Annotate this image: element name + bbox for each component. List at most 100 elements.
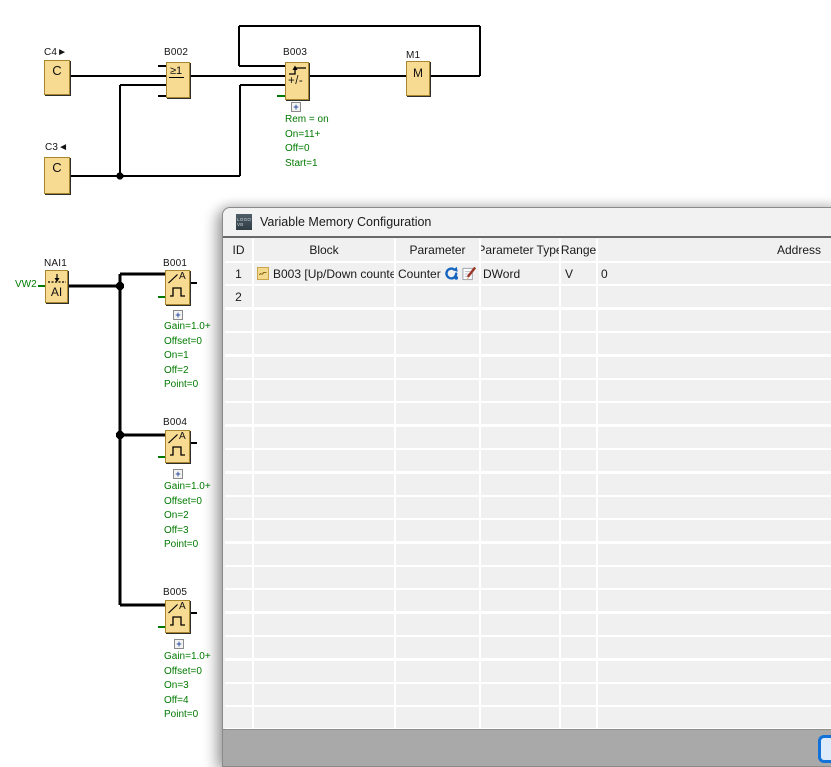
table-cell[interactable]: [561, 661, 596, 682]
table-cell[interactable]: [598, 497, 831, 518]
col-header-id[interactable]: ID: [225, 239, 252, 261]
table-cell[interactable]: [561, 450, 596, 471]
table-cell[interactable]: [254, 427, 394, 448]
table-cell[interactable]: 1: [225, 263, 252, 284]
table-cell[interactable]: [225, 661, 252, 682]
table-cell[interactable]: [225, 707, 252, 728]
table-cell[interactable]: [561, 684, 596, 705]
table-row[interactable]: [225, 614, 831, 635]
table-cell[interactable]: [598, 707, 831, 728]
table-cell[interactable]: [396, 380, 479, 401]
block-b005-analog-threshold[interactable]: A: [165, 600, 190, 633]
table-cell[interactable]: [254, 684, 394, 705]
col-header-parameter-type[interactable]: Parameter Type: [481, 239, 559, 261]
table-cell[interactable]: [561, 567, 596, 588]
table-cell[interactable]: [561, 380, 596, 401]
table-cell[interactable]: [225, 427, 252, 448]
table-cell[interactable]: [481, 661, 559, 682]
table-cell[interactable]: [481, 450, 559, 471]
table-cell[interactable]: [598, 427, 831, 448]
table-row[interactable]: [225, 427, 831, 448]
table-cell[interactable]: [481, 357, 559, 378]
table-cell[interactable]: [254, 450, 394, 471]
table-cell[interactable]: [396, 637, 479, 658]
table-cell[interactable]: [396, 661, 479, 682]
table-cell[interactable]: [481, 497, 559, 518]
table-cell[interactable]: [396, 427, 479, 448]
table-cell[interactable]: [225, 333, 252, 354]
table-cell[interactable]: [254, 707, 394, 728]
table-row[interactable]: [225, 707, 831, 728]
table-cell[interactable]: [598, 520, 831, 541]
table-row[interactable]: [225, 357, 831, 378]
b001-expand-button[interactable]: +: [173, 310, 183, 320]
table-cell[interactable]: [396, 474, 479, 495]
table-row[interactable]: [225, 637, 831, 658]
table-cell[interactable]: [481, 310, 559, 331]
table-row[interactable]: [225, 684, 831, 705]
table-cell[interactable]: [396, 614, 479, 635]
table-cell[interactable]: [396, 707, 479, 728]
table-cell[interactable]: [481, 614, 559, 635]
table-cell[interactable]: [598, 403, 831, 424]
table-cell[interactable]: 0: [598, 263, 831, 284]
table-cell[interactable]: [561, 544, 596, 565]
table-cell[interactable]: [396, 310, 479, 331]
analog-wires[interactable]: [68, 274, 166, 605]
table-cell[interactable]: [396, 450, 479, 471]
table-cell[interactable]: 2: [225, 286, 252, 307]
table-cell[interactable]: [396, 684, 479, 705]
table-cell[interactable]: [225, 403, 252, 424]
refresh-icon[interactable]: [444, 266, 459, 281]
b005-expand-button[interactable]: +: [174, 639, 184, 649]
table-cell[interactable]: [598, 450, 831, 471]
col-header-block[interactable]: Block: [254, 239, 394, 261]
table-cell[interactable]: [254, 403, 394, 424]
table-cell[interactable]: [396, 333, 479, 354]
table-row[interactable]: [225, 380, 831, 401]
table-cell[interactable]: [481, 380, 559, 401]
table-cell[interactable]: [561, 637, 596, 658]
table-cell[interactable]: [561, 427, 596, 448]
table-cell[interactable]: [598, 310, 831, 331]
table-cell[interactable]: [225, 450, 252, 471]
table-cell[interactable]: [225, 310, 252, 331]
b004-expand-button[interactable]: +: [173, 469, 183, 479]
table-cell[interactable]: [561, 286, 596, 307]
table-cell[interactable]: [561, 497, 596, 518]
table-cell[interactable]: [254, 474, 394, 495]
table-row[interactable]: [225, 497, 831, 518]
block-b004-analog-threshold[interactable]: A: [165, 430, 190, 463]
table-cell[interactable]: [396, 497, 479, 518]
table-cell[interactable]: [396, 286, 479, 307]
table-cell[interactable]: [598, 333, 831, 354]
table-row[interactable]: [225, 450, 831, 471]
table-cell[interactable]: [254, 614, 394, 635]
ok-button[interactable]: [818, 735, 831, 763]
block-m1-marker[interactable]: M: [406, 61, 430, 96]
table-cell[interactable]: [481, 684, 559, 705]
table-cell[interactable]: [254, 590, 394, 611]
col-header-parameter[interactable]: Parameter: [396, 239, 479, 261]
table-cell[interactable]: [481, 427, 559, 448]
b003-expand-button[interactable]: +: [291, 102, 301, 112]
table-cell[interactable]: [598, 544, 831, 565]
table-cell[interactable]: [254, 286, 394, 307]
table-cell[interactable]: [254, 661, 394, 682]
col-header-range[interactable]: Range: [561, 239, 596, 261]
table-cell[interactable]: [396, 544, 479, 565]
table-cell[interactable]: [561, 403, 596, 424]
table-cell[interactable]: [481, 520, 559, 541]
table-cell[interactable]: [598, 661, 831, 682]
table-cell[interactable]: [225, 497, 252, 518]
table-cell[interactable]: [396, 403, 479, 424]
table-cell[interactable]: DWord: [481, 263, 559, 284]
table-cell[interactable]: [254, 567, 394, 588]
table-cell[interactable]: B003 [Up/Down counter]: [254, 263, 394, 284]
table-cell[interactable]: [481, 403, 559, 424]
table-cell[interactable]: [598, 474, 831, 495]
table-cell[interactable]: [561, 474, 596, 495]
table-cell[interactable]: [561, 707, 596, 728]
table-cell[interactable]: [396, 590, 479, 611]
table-cell[interactable]: [561, 310, 596, 331]
